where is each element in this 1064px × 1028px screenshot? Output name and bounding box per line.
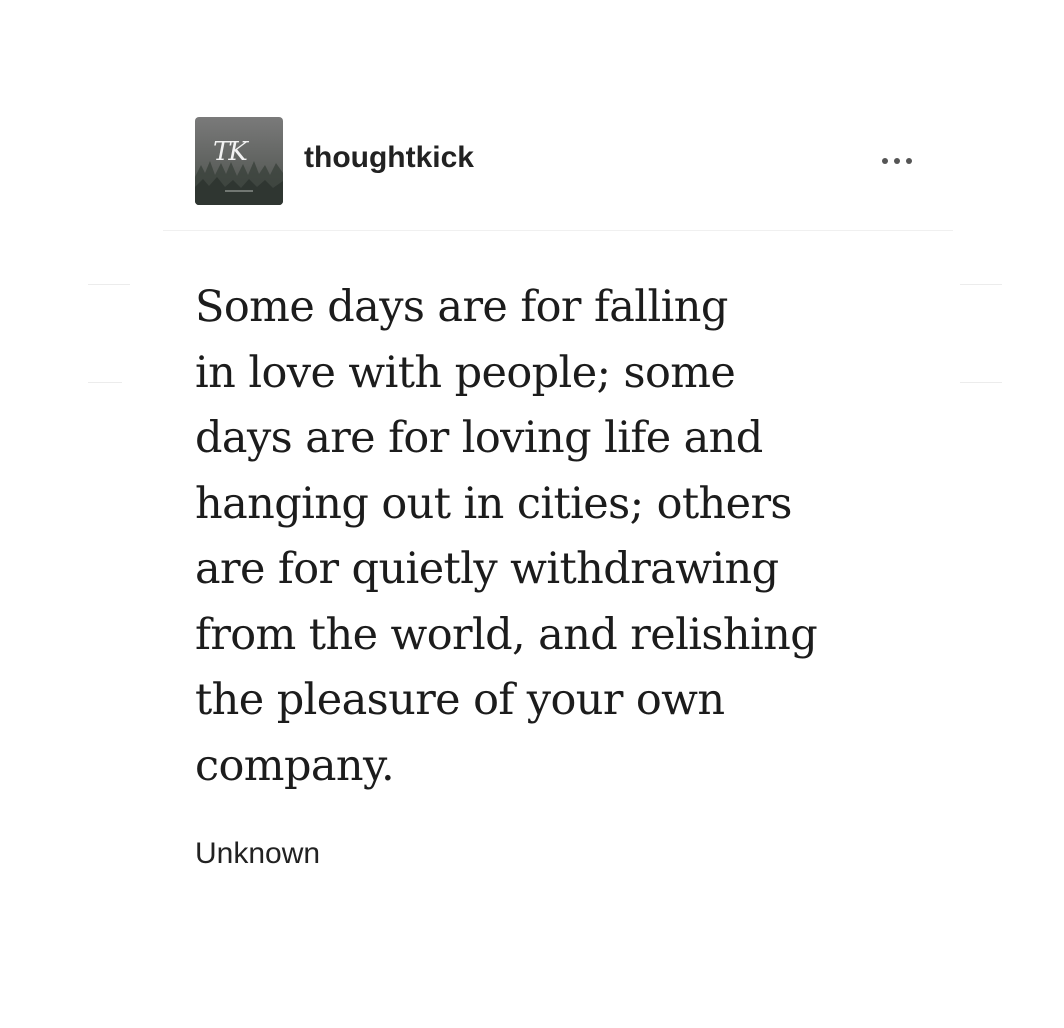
post-header: TK thoughtkick [163,115,953,207]
quote-line: in love with people; some [195,347,736,398]
more-options-button[interactable] [879,151,915,171]
quote-attribution: Unknown [195,837,321,870]
quote-line: company. [195,740,395,791]
edge-mark [960,382,1002,383]
username-link[interactable]: thoughtkick [304,141,474,175]
edge-mark [960,284,1002,285]
quote-line: are for quietly withdrawing [195,544,779,594]
quote-line: hanging out in cities; others [195,478,793,529]
header-divider [163,230,953,231]
edge-mark [88,284,130,285]
avatar-initials: TK [213,137,248,167]
quote-line: days are for loving life and [195,413,763,463]
quote-line: Some days are for falling [195,282,728,332]
edge-mark [88,382,122,383]
quote-line: from the world, and relishing [195,609,818,660]
post-card: TK thoughtkick Some days are for falling… [163,115,953,905]
quote-text: Some days are for falling in love with p… [195,275,915,799]
ellipsis-icon [882,158,912,164]
quote-line: the pleasure of your own [195,675,725,725]
avatar[interactable]: TK [195,117,283,205]
